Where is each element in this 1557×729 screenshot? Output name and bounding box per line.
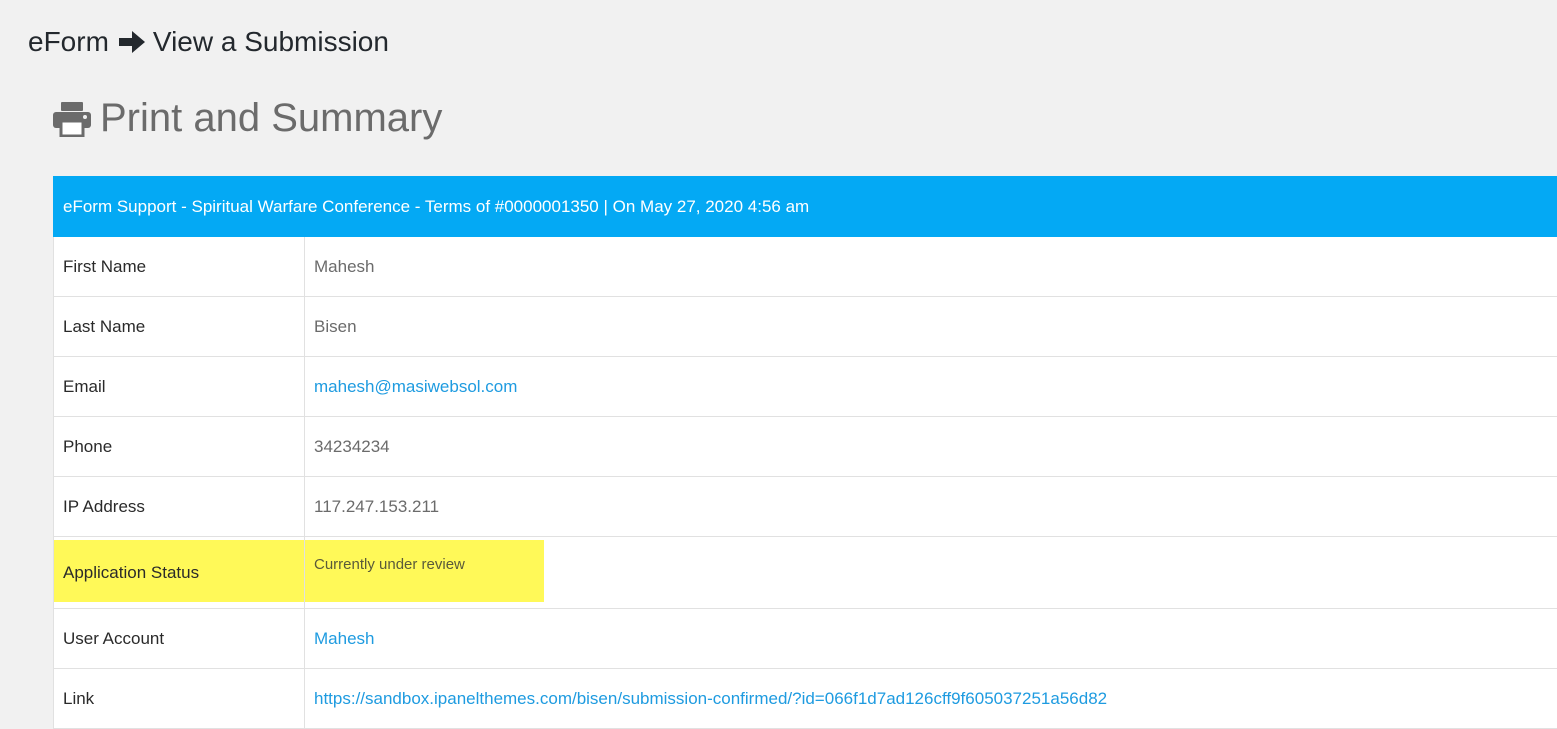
row-value-cell: Currently under review [305,537,1557,608]
email-link[interactable]: mahesh@masiwebsol.com [305,357,1557,416]
row-label: IP Address [53,477,305,536]
breadcrumb-root[interactable]: eForm [28,26,109,58]
table-row-user-account: User Account Mahesh [53,609,1557,669]
submission-panel: eForm Support - Spiritual Warfare Confer… [53,176,1557,729]
arrow-right-icon [118,31,145,53]
breadcrumb: eForm View a Submission [28,26,389,58]
table-row-email: Email mahesh@masiwebsol.com [53,357,1557,417]
row-label: Email [53,357,305,416]
table-row-link: Link https://sandbox.ipanelthemes.com/bi… [53,669,1557,729]
table-row-first-name: First Name Mahesh [53,237,1557,297]
row-label: Link [53,669,305,728]
breadcrumb-current: View a Submission [152,26,389,57]
table-row-last-name: Last Name Bisen [53,297,1557,357]
table-row-ip-address: IP Address 117.247.153.211 [53,477,1557,537]
table-row-application-status: Application Status Currently under revie… [53,537,1557,609]
page-title: Print and Summary [52,96,442,141]
row-value: Bisen [314,316,357,336]
row-label: User Account [53,609,305,668]
row-label: First Name [53,237,305,296]
row-value: Mahesh [314,256,375,276]
submission-header-text: eForm Support - Spiritual Warfare Confer… [63,196,810,216]
row-value: 117.247.153.211 [314,496,440,516]
submission-link[interactable]: https://sandbox.ipanelthemes.com/bisen/s… [305,669,1557,728]
row-value: 34234234 [314,436,390,456]
page-title-text: Print and Summary [100,96,443,140]
user-account-link[interactable]: Mahesh [305,609,1557,668]
row-label: Phone [53,417,305,476]
submission-header: eForm Support - Spiritual Warfare Confer… [53,176,1557,237]
row-label: Application Status [63,562,200,582]
row-label-cell: Application Status [53,537,305,608]
row-label: Last Name [53,297,305,356]
table-row-phone: Phone 34234234 [53,417,1557,477]
printer-icon [53,101,91,137]
application-status-value: Currently under review [314,556,465,573]
